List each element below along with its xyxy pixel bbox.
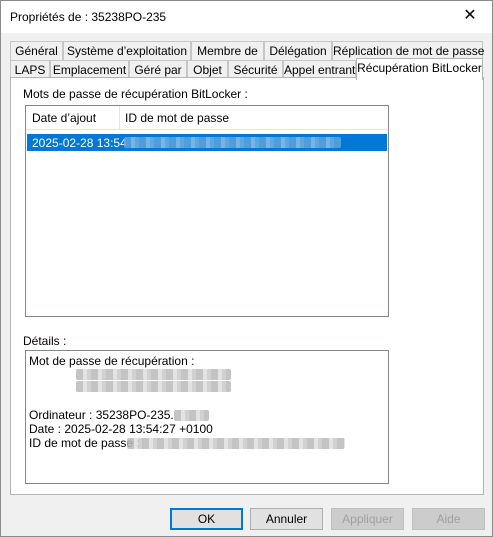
redacted-password-id bbox=[127, 438, 345, 449]
apply-button[interactable]: Appliquer bbox=[331, 508, 404, 530]
redacted-recovery-password bbox=[76, 381, 231, 392]
tab-bitlocker-recovery[interactable]: Récupération BitLocker bbox=[356, 58, 483, 80]
properties-dialog: Propriétés de : 35238PO-235 ✕ Général Sy… bbox=[0, 0, 493, 537]
redacted-domain bbox=[174, 410, 209, 421]
details-box[interactable]: Mot de passe de récupération : Ordinateu… bbox=[25, 350, 389, 484]
ok-button[interactable]: OK bbox=[170, 508, 243, 530]
tab-delegation[interactable]: Délégation bbox=[264, 41, 332, 60]
window-title: Propriétés de : 35238PO-235 bbox=[10, 10, 167, 24]
help-button[interactable]: Aide bbox=[412, 508, 485, 530]
tab-operating-system[interactable]: Système d’exploitation bbox=[63, 41, 191, 60]
column-header-password-id[interactable]: ID de mot de passe bbox=[125, 111, 229, 125]
tab-panel-bitlocker: Mots de passe de récupération BitLocker … bbox=[10, 77, 484, 495]
row-date: 2025-02-28 13:54 bbox=[32, 136, 127, 150]
recovery-password-list[interactable]: Date d’ajout ID de mot de passe 2025-02-… bbox=[25, 105, 389, 317]
recovery-password-label: Mot de passe de récupération : bbox=[29, 354, 195, 368]
column-divider[interactable] bbox=[119, 106, 120, 129]
recovery-passwords-label: Mots de passe de récupération BitLocker … bbox=[23, 87, 248, 101]
tab-general[interactable]: Général bbox=[10, 41, 63, 60]
list-header: Date d’ajout ID de mot de passe bbox=[26, 106, 388, 130]
redacted-password-id bbox=[124, 137, 341, 148]
list-item[interactable]: 2025-02-28 13:54 bbox=[27, 134, 387, 151]
title-bar[interactable]: Propriétés de : 35238PO-235 ✕ bbox=[1, 1, 492, 33]
computer-line: Ordinateur : 35238PO-235. bbox=[29, 408, 174, 422]
password-id-label: ID de mot de passe : bbox=[29, 436, 140, 450]
close-icon[interactable]: ✕ bbox=[448, 1, 492, 31]
details-label: Détails : bbox=[23, 334, 67, 348]
date-line: Date : 2025-02-28 13:54:27 +0100 bbox=[29, 422, 213, 436]
tab-member-of[interactable]: Membre de bbox=[191, 41, 264, 60]
redacted-recovery-password bbox=[76, 369, 231, 380]
cancel-button[interactable]: Annuler bbox=[250, 508, 323, 530]
column-header-date[interactable]: Date d’ajout bbox=[32, 111, 96, 125]
